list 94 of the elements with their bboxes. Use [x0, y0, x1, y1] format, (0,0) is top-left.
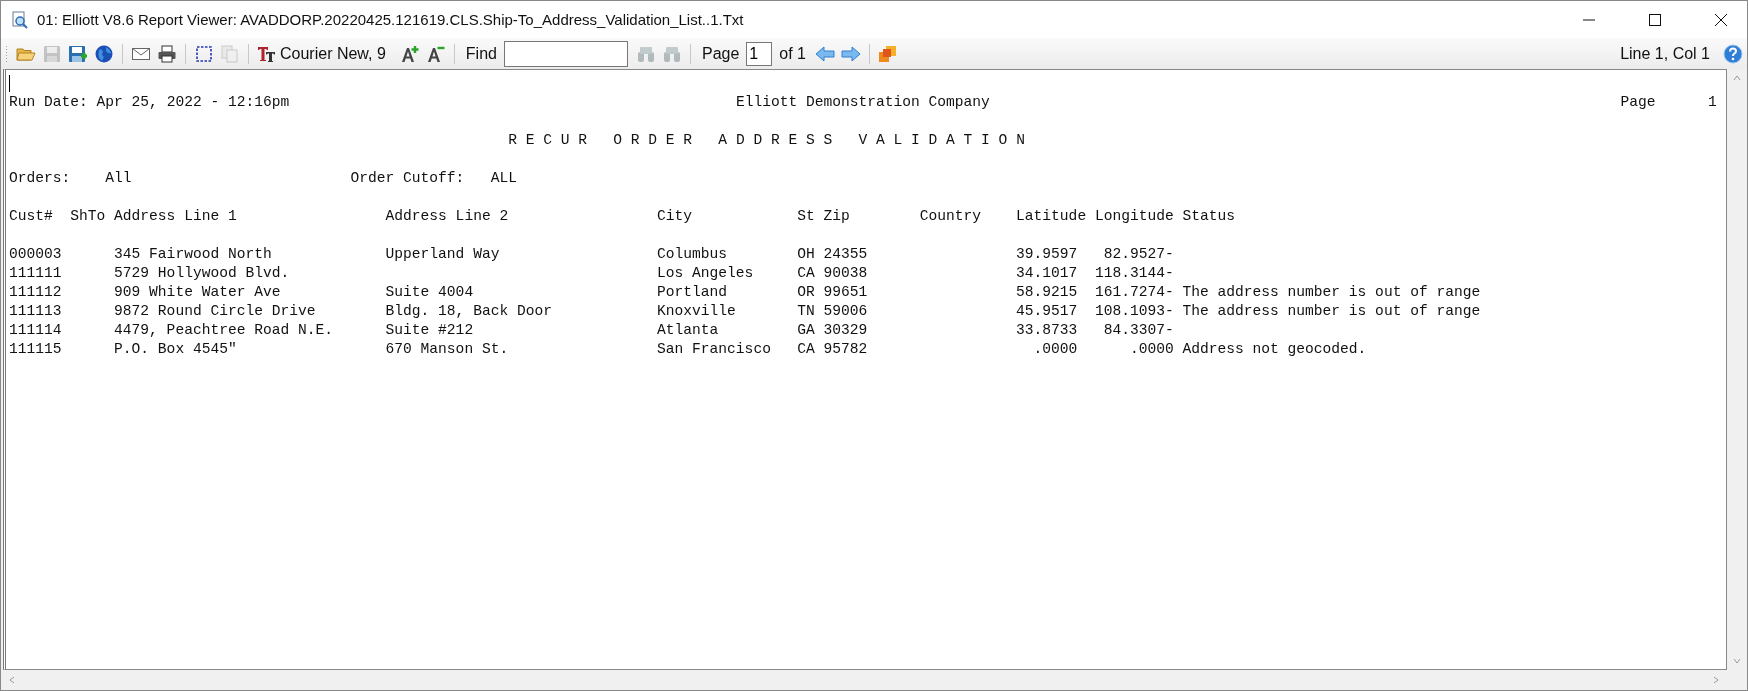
- filter-label: Order Cutoff:: [350, 169, 466, 188]
- run-date: Run Date: Apr 25, 2022 - 12:16pm: [9, 93, 291, 112]
- table-cell: 99651: [823, 284, 868, 300]
- table-cell: 111114: [9, 322, 62, 338]
- table-cell: Atlanta: [657, 322, 719, 338]
- table-cell: CA: [797, 265, 815, 281]
- right-arrow-icon: [841, 43, 861, 64]
- window-title: 01: Elliott V8.6 Report Viewer: AVADDORP.20220425.121619.CLS.Ship-To_Address_Validation_List..1.Txt: [37, 11, 744, 28]
- page-label: Page: [701, 44, 740, 63]
- cursor-position: Line 1, Col 1: [1620, 44, 1710, 63]
- filter-value: All: [105, 170, 132, 186]
- scroll-left-icon[interactable]: [7, 675, 17, 685]
- help-icon[interactable]: [1723, 43, 1743, 64]
- table-cell: 39.9597: [1016, 246, 1078, 262]
- font-increase-icon: [399, 43, 420, 64]
- table-cell: The address number is out of range: [1182, 303, 1481, 319]
- table-cell: 90038: [823, 265, 868, 281]
- find-field[interactable]: [503, 40, 628, 67]
- column-header: Longitude: [1094, 207, 1175, 226]
- table-cell: 909 White Water Ave: [114, 284, 281, 300]
- table-cell: Upperland Way: [385, 246, 500, 262]
- table-cell: 58.9215: [1016, 284, 1078, 300]
- column-header: City: [657, 207, 694, 226]
- table-cell: 111113: [9, 303, 62, 319]
- text-cursor: [9, 75, 10, 92]
- table-cell: Suite #212: [385, 322, 474, 338]
- page-number-field[interactable]: 1: [746, 41, 773, 66]
- stacked-squares-icon: [878, 43, 898, 64]
- table-cell: Bldg. 18, Back Door: [385, 303, 552, 319]
- filter-value: ALL: [490, 170, 517, 186]
- floppy-disk-plus-icon: [68, 43, 88, 64]
- table-cell: 111112: [9, 284, 62, 300]
- column-header: ShTo: [70, 207, 107, 226]
- report-viewer-icon: [11, 10, 29, 29]
- table-cell: CA: [797, 341, 815, 357]
- company-name: Elliott Demonstration Company: [735, 93, 991, 112]
- table-cell: Address not geocoded.: [1182, 341, 1367, 357]
- left-arrow-icon: [815, 43, 835, 64]
- table-cell: 4479, Peachtree Road N.E.: [114, 322, 334, 338]
- scroll-right-icon[interactable]: [1711, 675, 1721, 685]
- table-cell: 45.9517: [1016, 303, 1078, 319]
- table-cell: 161.7274-: [1094, 284, 1174, 300]
- table-cell: 111115: [9, 341, 62, 357]
- table-cell: 111111: [9, 265, 62, 281]
- scroll-down-icon[interactable]: [1732, 656, 1742, 666]
- table-cell: Columbus: [657, 246, 728, 262]
- column-header: Status: [1182, 207, 1236, 226]
- page-number: 1: [1707, 93, 1717, 112]
- column-header: St: [797, 207, 816, 226]
- scroll-up-icon[interactable]: [1732, 73, 1742, 83]
- table-cell: OH: [797, 246, 815, 262]
- column-header: Cust#: [9, 207, 54, 226]
- table-cell: 34.1017: [1016, 265, 1078, 281]
- printer-icon: [157, 43, 177, 64]
- table-cell: 345 Fairwood North: [114, 246, 272, 262]
- table-cell: Knoxville: [657, 303, 736, 319]
- table-cell: The address number is out of range: [1182, 284, 1481, 300]
- table-cell: 59006: [823, 303, 868, 319]
- table-cell: 118.3144-: [1094, 265, 1174, 281]
- table-cell: 33.8733: [1016, 322, 1078, 338]
- table-cell: 95782: [823, 341, 868, 357]
- column-header: Country: [919, 207, 983, 226]
- table-cell: TN: [797, 303, 815, 319]
- table-cell: 670 Manson St.: [385, 341, 509, 357]
- dashed-rectangle-icon: [194, 43, 214, 64]
- table-cell: Portland: [657, 284, 728, 300]
- table-cell: 5729 Hollywood Blvd.: [114, 265, 290, 281]
- column-header: Latitude: [1016, 207, 1088, 226]
- table-cell: P.O. Box 4545": [114, 341, 237, 357]
- find-label: Find: [465, 44, 497, 63]
- table-cell: .0000: [1033, 341, 1078, 357]
- filter-label: Orders:: [9, 169, 72, 188]
- font-button[interactable]: Courier New, 9: [255, 41, 388, 66]
- column-header: Address Line 2: [385, 207, 510, 226]
- table-cell: GA: [797, 322, 815, 338]
- table-cell: San Francisco: [657, 341, 771, 357]
- table-cell: Los Angeles: [657, 265, 754, 281]
- column-header: Address Line 1: [114, 207, 238, 226]
- table-cell: 82.9527-: [1103, 246, 1174, 262]
- table-cell: 30329: [823, 322, 868, 338]
- table-cell: 9872 Round Circle Drive: [114, 303, 316, 319]
- table-cell: 108.1093-: [1094, 303, 1174, 319]
- column-header: Zip: [823, 207, 851, 226]
- table-cell: .0000: [1129, 341, 1174, 357]
- page-label: Page: [1620, 93, 1657, 112]
- globe-icon: [94, 43, 114, 64]
- table-cell: 24355: [823, 246, 868, 262]
- table-cell: OR: [797, 284, 815, 300]
- table-cell: Suite 4004: [385, 284, 474, 300]
- copy-icon: [220, 43, 240, 64]
- report-title: R E C U R O R D E R A D D R E S S V A L I D A T I O N: [508, 131, 1025, 150]
- page-count: of 1: [779, 44, 806, 63]
- table-cell: 84.3307-: [1103, 322, 1174, 338]
- table-cell: 000003: [9, 246, 62, 262]
